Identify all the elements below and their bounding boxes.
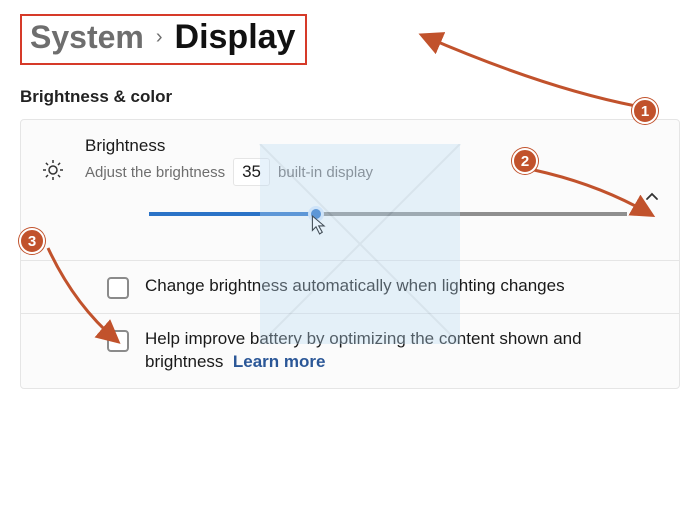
chevron-up-icon <box>645 191 659 208</box>
auto-brightness-row[interactable]: Change brightness automatically when lig… <box>21 261 679 314</box>
breadcrumb-highlight-box: System › Display <box>20 14 307 65</box>
brightness-subtitle: Adjust the brightness 35 built-in displa… <box>85 158 661 186</box>
battery-optimize-text: Help improve battery by optimizing the c… <box>145 329 582 371</box>
battery-optimize-row[interactable]: Help improve battery by optimizing the c… <box>21 314 679 388</box>
sun-icon <box>41 158 65 187</box>
brightness-slider[interactable] <box>149 208 627 236</box>
callout-badge-2: 2 <box>512 148 538 174</box>
brightness-sub-suffix: built-in display <box>278 164 373 181</box>
auto-brightness-label: Change brightness automatically when lig… <box>145 275 565 298</box>
chevron-right-icon: › <box>156 26 163 49</box>
brightness-value-tooltip: 35 <box>233 158 270 186</box>
cursor-pointer-icon <box>311 214 329 241</box>
brightness-color-panel: Brightness Adjust the brightness 35 buil… <box>20 119 680 389</box>
brightness-tile[interactable]: Brightness Adjust the brightness 35 buil… <box>21 120 679 261</box>
learn-more-link[interactable]: Learn more <box>233 352 326 371</box>
auto-brightness-checkbox[interactable] <box>107 277 129 299</box>
slider-track-fill <box>149 212 316 216</box>
brightness-title: Brightness <box>85 136 661 156</box>
breadcrumb-parent[interactable]: System <box>30 19 144 56</box>
breadcrumb: System › Display <box>30 18 295 57</box>
battery-optimize-checkbox[interactable] <box>107 330 129 352</box>
section-heading: Brightness & color <box>20 87 680 107</box>
collapse-chevron[interactable] <box>645 190 659 209</box>
callout-badge-1: 1 <box>632 98 658 124</box>
slider-track <box>149 212 627 216</box>
battery-optimize-label: Help improve battery by optimizing the c… <box>145 328 657 374</box>
callout-badge-3: 3 <box>19 228 45 254</box>
brightness-sub-prefix: Adjust the brightness <box>85 164 225 181</box>
breadcrumb-current: Display <box>175 18 296 57</box>
